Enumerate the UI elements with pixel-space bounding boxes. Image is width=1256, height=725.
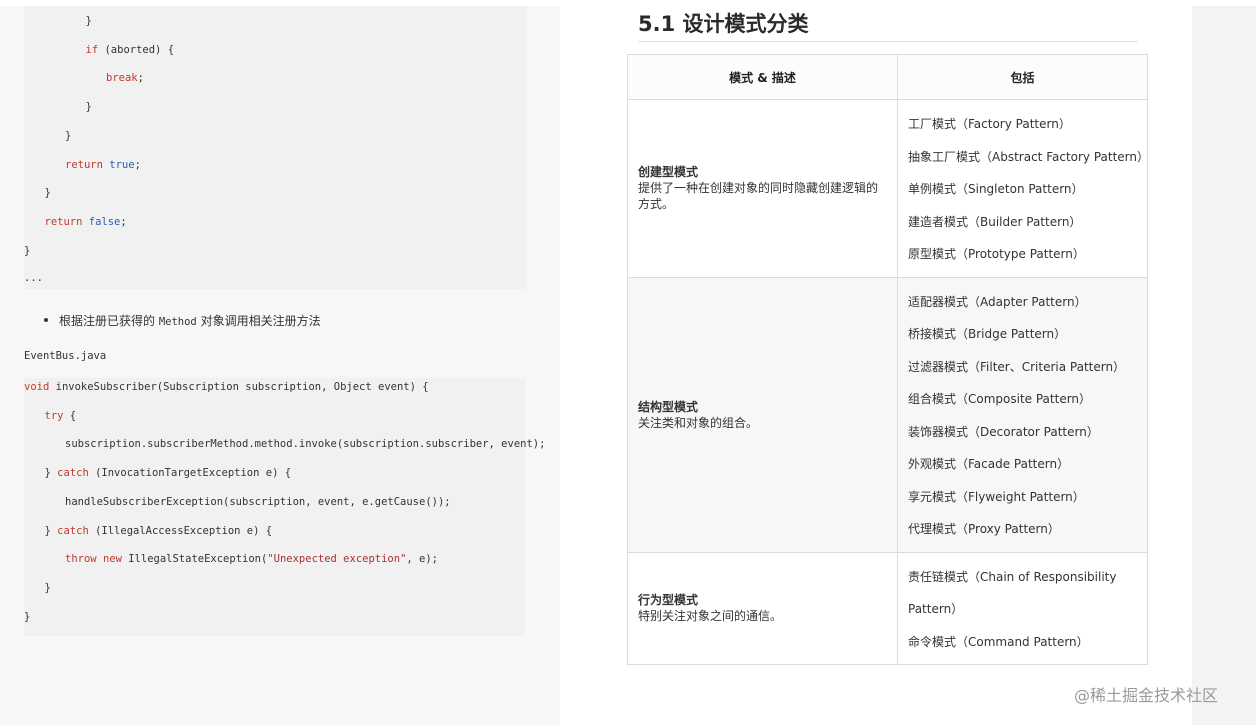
code-token: new [102, 553, 122, 566]
list-item: 组合模式（Composite Pattern） [908, 392, 1092, 406]
table-row-structural: 结构型模式 关注类和对象的组合。 适配器模式（Adapter Pattern） … [627, 276, 1148, 553]
items-cell: 工厂模式（Factory Pattern） 抽象工厂模式（Abstract Fa… [897, 99, 1150, 278]
code-block-bottom: void invokeSubscriber(Subscription subsc… [24, 378, 545, 636]
list-item: 外观模式（Facade Pattern） [908, 457, 1070, 471]
code-token: "Unexpected exception" [267, 553, 407, 566]
code-token: } [85, 101, 92, 114]
code-line: } [45, 581, 51, 595]
code-line: return true; [65, 158, 141, 172]
list-item: 建造者模式（Builder Pattern） [908, 214, 1082, 229]
category-description: 关注类和对象的组合。 [638, 415, 759, 430]
code-token: break [106, 72, 138, 85]
code-token: true [109, 158, 135, 171]
list-item: 代理模式（Proxy Pattern） [908, 522, 1060, 536]
code-token: void [24, 381, 50, 393]
code-line: throw new IllegalStateException("Unexpec… [65, 552, 438, 566]
category-cell: 行为型模式 特别关注对象之间的通信。 [627, 551, 898, 665]
bullet-item: 根据注册已获得的 Method 对象调用相关注册方法 [44, 312, 321, 329]
code-token: invokeSubscriber(Subscription subscripti… [49, 381, 429, 393]
category-name: 行为型模式 [638, 593, 699, 608]
code-token: try [44, 409, 64, 422]
code-token: IllegalStateException( [121, 553, 268, 566]
code-token: (aborted) { [98, 43, 175, 56]
code-token: if [85, 43, 99, 56]
code-token: (InvocationTargetException e) { [88, 467, 292, 480]
code-token: ; [137, 72, 144, 85]
code-block-top: } if (aborted) { break;}} return true;} retu… [24, 6, 527, 289]
code-line: if (aborted) { [86, 43, 175, 57]
code-line: } [65, 129, 71, 143]
page-margin [1192, 6, 1256, 725]
code-token: return [44, 215, 83, 228]
code-line: return false; [45, 215, 127, 229]
watermark: @稀土掘金技术社区 [1074, 686, 1219, 705]
items-cell: 适配器模式（Adapter Pattern） 桥接模式（Bridge Patte… [897, 276, 1148, 553]
code-token: } [65, 129, 72, 142]
code-line: try { [45, 409, 77, 423]
category-cell: 结构型模式 关注类和对象的组合。 [627, 276, 898, 553]
list-item: 过滤器模式（Filter、Criteria Pattern） [908, 359, 1126, 374]
list-item: 单例模式（Singleton Pattern） [908, 182, 1084, 196]
code-token: return [65, 158, 103, 171]
code-line: subscription.subscriberMethod.method.inv… [65, 437, 545, 451]
title-divider [638, 41, 1138, 42]
table-header-mode: 模式 & 描述 [627, 54, 898, 100]
code-token: } [44, 581, 51, 594]
category-description: 提供了一种在创建对象的同时隐藏创建逻辑的方式。 [638, 181, 879, 212]
bullet-dot-icon [44, 317, 48, 322]
list-item: 工厂模式（Factory Pattern） [908, 117, 1071, 131]
table-header-row: 模式 & 描述 包括 [627, 54, 1148, 100]
pattern-table: 模式 & 描述 包括 创建型模式 提供了一种在创建对象的同时隐藏创建逻辑的方式。… [627, 54, 1150, 665]
code-line: } [24, 610, 30, 624]
code-token: handleSubscriberException(subscription, … [65, 495, 451, 508]
code-token: } [44, 467, 58, 480]
list-item: 享元模式（Flyweight Pattern） [908, 489, 1085, 504]
category-name: 结构型模式 [638, 399, 699, 414]
code-token: (IllegalAccessException e) { [88, 524, 273, 537]
list-item: 抽象工厂模式（Abstract Factory Pattern） [908, 149, 1150, 164]
category-name: 创建型模式 [638, 165, 699, 180]
list-item: 桥接模式（Bridge Pattern） [908, 327, 1067, 341]
code-token: } [44, 187, 51, 200]
list-item: 原型模式（Prototype Pattern） [908, 247, 1085, 261]
code-line: } [86, 100, 92, 114]
section-title: 5.1 设计模式分类 [638, 12, 809, 36]
code-filename: EventBus.java [24, 350, 107, 362]
code-ellipsis: ... [24, 272, 43, 284]
list-item: 命令模式（Command Pattern） [908, 634, 1089, 649]
bullet-text-after: 对象调用相关注册方法 [196, 314, 321, 328]
code-token: false [88, 215, 121, 228]
code-token: catch [57, 467, 89, 480]
code-line: } catch (IllegalAccessException e) { [45, 524, 273, 538]
code-line: } [24, 244, 30, 258]
category-cell: 创建型模式 提供了一种在创建对象的同时隐藏创建逻辑的方式。 [627, 99, 898, 278]
code-line: } [45, 186, 51, 200]
code-token: } [44, 524, 58, 537]
code-token: } [85, 15, 92, 27]
code-line: break; [106, 71, 144, 85]
code-token: } [24, 610, 31, 623]
code-token: throw [65, 553, 97, 566]
list-item: 责任链模式（Chain of Responsibility Pattern） [908, 569, 1117, 617]
code-line: void invokeSubscriber(Subscription subsc… [24, 380, 429, 394]
items-cell: 责任链模式（Chain of Responsibility Pattern） 命… [897, 551, 1148, 665]
code-token: ; [134, 158, 141, 171]
code-token: { [63, 409, 77, 422]
table-row-behavioral: 行为型模式 特别关注对象之间的通信。 责任链模式（Chain of Respon… [627, 551, 1148, 665]
category-description: 特别关注对象之间的通信。 [638, 609, 783, 624]
code-token: } [24, 244, 31, 257]
code-token: subscription.subscriberMethod.method.inv… [65, 438, 546, 451]
code-token: , e); [406, 553, 438, 566]
code-line: } catch (InvocationTargetException e) { [45, 466, 292, 480]
code-line: handleSubscriberException(subscription, … [65, 495, 451, 509]
table-header-includes: 包括 [897, 54, 1148, 100]
list-item: 适配器模式（Adapter Pattern） [908, 294, 1087, 309]
code-token: catch [57, 524, 89, 537]
list-item: 装饰器模式（Decorator Pattern） [908, 424, 1099, 439]
table-row-creational: 创建型模式 提供了一种在创建对象的同时隐藏创建逻辑的方式。 工厂模式（Facto… [627, 99, 1150, 278]
inline-code: Method [158, 316, 197, 328]
bullet-text-before: 根据注册已获得的 [59, 314, 159, 328]
code-line: } [86, 14, 92, 28]
code-token: ; [120, 215, 127, 228]
